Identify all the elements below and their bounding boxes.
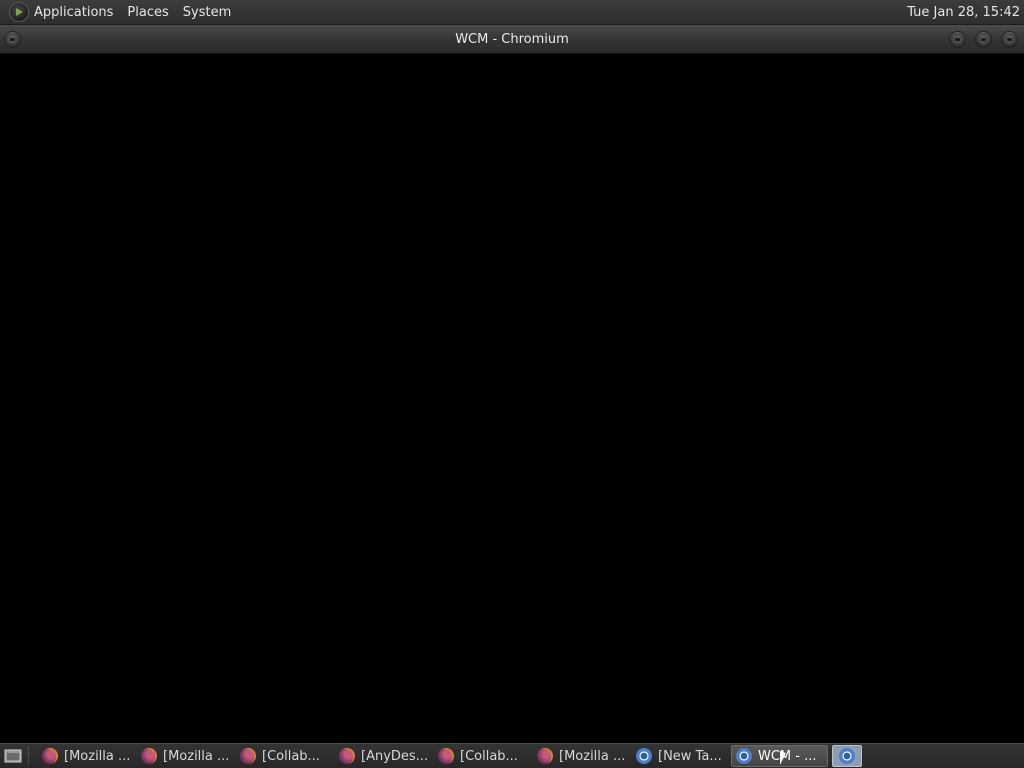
task-label: [Collab... xyxy=(262,748,320,764)
show-desktop-button[interactable] xyxy=(2,746,24,766)
task-button[interactable]: [Collab... xyxy=(236,745,333,767)
chromium-icon xyxy=(839,748,855,764)
menu-logo-icon[interactable] xyxy=(9,2,29,22)
firefox-icon xyxy=(438,748,454,764)
window-menu-button[interactable] xyxy=(4,31,21,48)
browser-content[interactable] xyxy=(0,55,1024,743)
task-label: [New Ta... xyxy=(658,748,722,764)
firefox-icon xyxy=(42,748,58,764)
task-button[interactable]: [Mozilla ... xyxy=(137,745,234,767)
firefox-icon xyxy=(339,748,355,764)
play-arrow-icon xyxy=(16,8,23,16)
chromium-icon xyxy=(736,748,752,764)
minimize-button[interactable] xyxy=(949,31,966,48)
task-label: [Collab... xyxy=(460,748,518,764)
menu-applications[interactable]: Applications xyxy=(34,0,120,25)
task-label: WCM - ... xyxy=(758,748,817,764)
task-button[interactable]: [Mozilla ... xyxy=(38,745,135,767)
close-button[interactable] xyxy=(1001,31,1018,48)
tray-chromium-button[interactable] xyxy=(832,745,862,767)
menu-system[interactable]: System xyxy=(176,0,238,25)
top-panel: Applications Places System Tue Jan 28, 1… xyxy=(0,0,1024,25)
taskbar: [Mozilla ... [Mozilla ... [Collab... [An… xyxy=(0,743,1024,768)
task-button[interactable]: [AnyDes... xyxy=(335,745,432,767)
chromium-icon xyxy=(636,748,652,764)
window-title: WCM - Chromium xyxy=(455,31,569,47)
window-titlebar[interactable]: WCM - Chromium xyxy=(0,25,1024,54)
firefox-icon xyxy=(141,748,157,764)
task-label: [Mozilla ... xyxy=(163,748,230,764)
task-button[interactable]: [New Ta... xyxy=(632,745,729,767)
mouse-cursor-icon xyxy=(780,750,786,768)
task-label: [Mozilla ... xyxy=(64,748,131,764)
taskbar-separator xyxy=(28,747,36,765)
firefox-icon xyxy=(537,748,553,764)
task-label: [AnyDes... xyxy=(361,748,429,764)
clock[interactable]: Tue Jan 28, 15:42 xyxy=(907,0,1020,25)
task-button[interactable]: [Collab... xyxy=(434,745,531,767)
desktop-icon xyxy=(4,749,22,763)
task-label: [Mozilla ... xyxy=(559,748,626,764)
maximize-button[interactable] xyxy=(975,31,992,48)
menu-places[interactable]: Places xyxy=(120,0,175,25)
firefox-icon xyxy=(240,748,256,764)
task-button[interactable]: [Mozilla ... xyxy=(533,745,630,767)
